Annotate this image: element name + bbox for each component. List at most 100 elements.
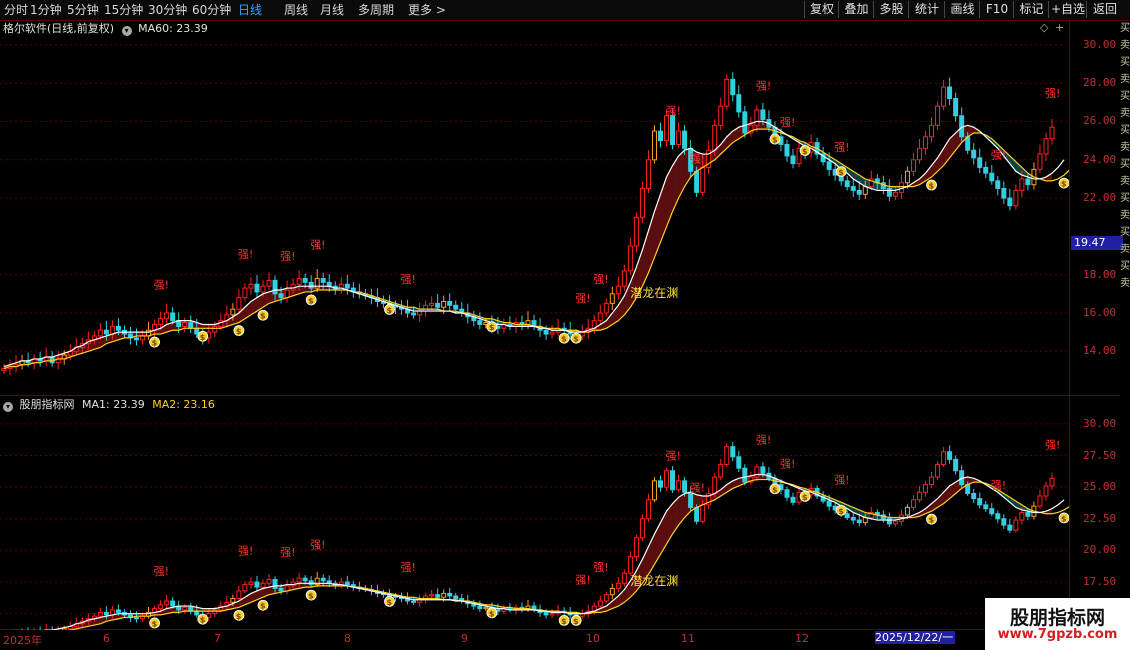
main-candle-body xyxy=(953,98,959,117)
main-candle-body xyxy=(1043,138,1049,155)
sub-strong-marker: 强! xyxy=(401,561,416,574)
sub-money-label: $ xyxy=(573,617,579,626)
xaxis-label: 9 xyxy=(461,632,468,645)
timeframe-tab-9[interactable]: 多周期 xyxy=(358,1,394,19)
sub-candle-body xyxy=(242,584,248,592)
sub-candle-body xyxy=(1013,519,1019,531)
sub-candle-body xyxy=(302,577,308,582)
sub-candle-body xyxy=(441,592,447,598)
toolbar-button-6[interactable]: 标记 xyxy=(1013,1,1049,18)
sub-candle-body xyxy=(651,480,657,501)
main-candle-body xyxy=(344,283,350,289)
timeframe-tab-4[interactable]: 30分钟 xyxy=(148,1,187,19)
sub-money-label: $ xyxy=(489,609,495,618)
timeframe-tab-6[interactable]: 日线 xyxy=(238,1,262,19)
main-candle-body xyxy=(1025,178,1031,186)
timeframe-tab-2[interactable]: 5分钟 xyxy=(67,1,99,19)
main-candle-body xyxy=(1001,188,1007,199)
main-candle-body xyxy=(1007,197,1013,207)
main-strong-marker: 强! xyxy=(780,116,795,129)
sub-candle-body xyxy=(856,519,862,524)
main-candle-body xyxy=(989,172,995,182)
toolbar-button-2[interactable]: 多股 xyxy=(873,1,909,18)
sub-candle-body xyxy=(971,492,977,500)
xaxis-label: 6 xyxy=(103,632,110,645)
sub-strong-marker: 强! xyxy=(1045,438,1060,451)
sub-candle-body xyxy=(658,480,664,488)
toolbar-button-1[interactable]: 叠加 xyxy=(838,1,874,18)
timeframe-tab-3[interactable]: 15分钟 xyxy=(104,1,143,19)
toolbar-button-7[interactable]: +自选 xyxy=(1048,1,1087,18)
sub-strong-marker: 强! xyxy=(666,450,681,463)
main-candle-body xyxy=(603,302,609,314)
main-strong-marker: 强! xyxy=(401,273,416,286)
sub-candle-body xyxy=(134,616,140,620)
sub-candle-body xyxy=(278,587,284,592)
main-candle-body xyxy=(549,331,555,335)
main-ma-band xyxy=(678,150,685,199)
main-strong-marker: 强! xyxy=(991,149,1006,162)
sub-candle-body xyxy=(760,466,766,474)
sub-strong-marker: 强! xyxy=(310,538,325,551)
sub-candle-body xyxy=(929,476,935,486)
sub-candle-body xyxy=(904,506,910,516)
sub-strong-marker: 强! xyxy=(756,433,771,446)
main-strong-marker: 强! xyxy=(154,279,169,292)
timeframe-tab-0[interactable]: 分时 xyxy=(4,1,28,19)
main-candle-body xyxy=(983,166,989,174)
timeframe-tab-7[interactable]: 周线 xyxy=(284,1,308,19)
timeframe-tab-1[interactable]: 1分钟 xyxy=(30,1,62,19)
yaxis-label: 26.00 xyxy=(1083,114,1117,128)
main-candle-body xyxy=(700,166,706,193)
main-candle-body xyxy=(188,322,194,329)
sub-candle-body xyxy=(682,480,688,493)
toolbar: 分时 1分钟 5分钟 15分钟 30分钟 60分钟 日线 周线 月线 多周期 更多 > 复权 叠加 多股… xyxy=(0,0,1130,21)
main-money-label: $ xyxy=(929,182,935,191)
yaxis-label: 22.50 xyxy=(1083,511,1117,525)
sub-candle-body xyxy=(254,581,260,588)
main-candle-body xyxy=(910,159,916,172)
sub-candle-body xyxy=(983,504,989,510)
toolbar-button-5[interactable]: F10 xyxy=(979,1,1014,18)
sub-candle-body xyxy=(603,594,609,602)
main-candle-body xyxy=(971,149,977,159)
sub-candle-body xyxy=(995,513,1001,520)
main-candle-body xyxy=(109,325,115,335)
sub-candle-body xyxy=(1049,477,1055,487)
sub-candle-body xyxy=(1001,518,1007,526)
main-money-label: $ xyxy=(1061,180,1067,189)
main-candle-body xyxy=(266,279,272,287)
sub-candle-body xyxy=(910,499,916,508)
main-candle-body xyxy=(670,115,676,145)
sub-candle-body xyxy=(892,520,898,525)
main-money-label: $ xyxy=(152,339,158,348)
main-candle-body xyxy=(676,130,682,145)
main-strong-marker: 强! xyxy=(1045,87,1060,100)
main-candle-body xyxy=(627,245,633,272)
main-candle-body xyxy=(320,278,326,283)
watermark-url: www.7gpzb.com xyxy=(997,627,1118,642)
sub-candle-body xyxy=(790,496,796,503)
toolbar-button-8[interactable]: 返回 xyxy=(1086,1,1123,18)
main-candle-body xyxy=(754,109,760,126)
sub-candle-body xyxy=(947,451,953,460)
timeframe-tab-10[interactable]: 更多 > xyxy=(408,1,446,19)
main-strong-marker: 强! xyxy=(575,292,590,305)
toolbar-button-4[interactable]: 画线 xyxy=(944,1,980,18)
sub-candle-body xyxy=(61,628,67,630)
main-candle-body xyxy=(694,170,700,193)
toolbar-button-3[interactable]: 统计 xyxy=(908,1,945,18)
watermark-name: 股朋指标网 xyxy=(1009,607,1105,629)
yaxis-label: 17.50 xyxy=(1083,575,1117,589)
main-candle-body xyxy=(236,297,242,310)
sub-candle-body xyxy=(712,476,718,494)
toolbar-button-0[interactable]: 复权 xyxy=(804,1,839,18)
sub-candle-body xyxy=(182,606,188,611)
main-candle-body xyxy=(447,300,453,306)
sub-candle-body xyxy=(447,592,453,597)
price-chart[interactable]: 强!强! 强!强!强!强!强!强!强!强!强!强!强!强!$$$$$$$$ $$$$… xyxy=(0,20,1069,630)
xaxis-label: 2025年 xyxy=(3,634,42,647)
sub-candle-body xyxy=(230,597,236,603)
timeframe-tab-5[interactable]: 60分钟 xyxy=(192,1,231,19)
timeframe-tab-8[interactable]: 月线 xyxy=(320,1,344,19)
